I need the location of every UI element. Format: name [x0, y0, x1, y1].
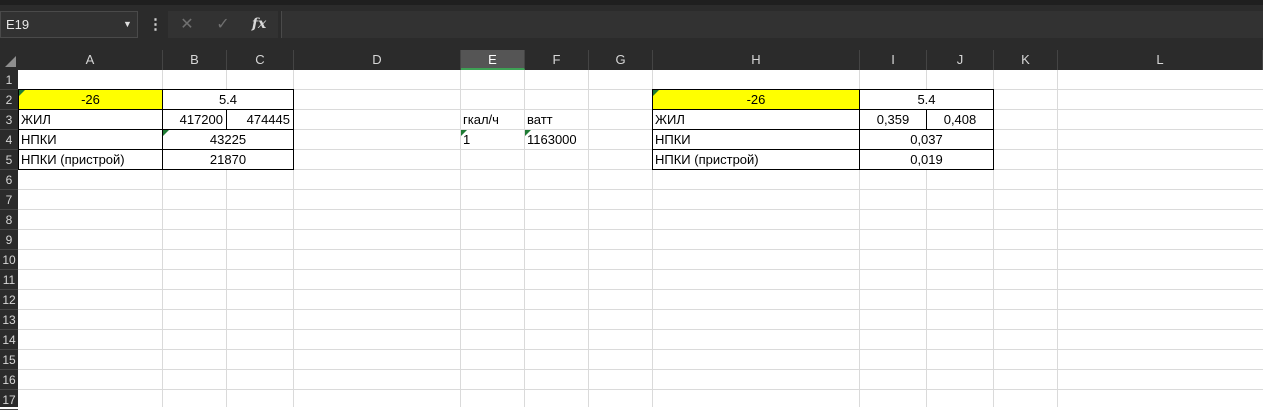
column-header-d[interactable]: D: [294, 50, 461, 70]
cell-a3[interactable]: ЖИЛ: [18, 109, 163, 130]
row-header[interactable]: 8: [0, 210, 18, 230]
row-header[interactable]: 2: [0, 90, 18, 110]
cell-b5[interactable]: 21870: [162, 149, 294, 170]
column-header-f[interactable]: F: [525, 50, 589, 70]
column-header-bar: A B C D E F G H I J K L: [0, 50, 1263, 70]
name-box[interactable]: E19: [0, 11, 138, 38]
error-indicator-icon: [163, 130, 169, 136]
cell-b4[interactable]: 43225: [162, 129, 294, 150]
cell-i4[interactable]: 0,037: [859, 129, 994, 150]
row-header[interactable]: 16: [0, 370, 18, 390]
select-all-icon: [5, 56, 16, 67]
row-header-bar: 1 2 3 4 5 6 7 8 9 10 11 12 13 14 15 16 1…: [0, 70, 18, 410]
gridline: [18, 289, 1263, 290]
gridline: [18, 189, 1263, 190]
cancel-icon[interactable]: ✕: [172, 11, 202, 38]
row-header[interactable]: 12: [0, 290, 18, 310]
cell-grid[interactable]: -26 5.4 ЖИЛ 417200 474445 НПКИ 43225 НПК…: [18, 70, 1263, 407]
name-box-dropdown-icon[interactable]: ▼: [123, 11, 132, 38]
error-indicator-icon: [653, 90, 659, 96]
column-header-k[interactable]: K: [994, 50, 1058, 70]
cell-j3[interactable]: 0,408: [926, 109, 994, 130]
formula-input[interactable]: [281, 11, 1263, 38]
row-header[interactable]: 3: [0, 110, 18, 130]
row-header[interactable]: 14: [0, 330, 18, 350]
column-header-j[interactable]: J: [927, 50, 994, 70]
row-header[interactable]: 17: [0, 390, 18, 410]
cell-h2[interactable]: -26: [652, 89, 860, 110]
cell-h4[interactable]: НПКИ: [652, 129, 860, 150]
cell-b3[interactable]: 417200: [162, 109, 227, 130]
formula-buttons: ✕ ✓ fx: [168, 11, 278, 38]
cell-c3[interactable]: 474445: [226, 109, 294, 130]
gridline: [18, 349, 1263, 350]
column-header-g[interactable]: G: [589, 50, 653, 70]
column-header-b[interactable]: B: [163, 50, 227, 70]
row-header[interactable]: 15: [0, 350, 18, 370]
cell-f4[interactable]: 1163000: [525, 130, 588, 149]
cell-f3[interactable]: ватт: [525, 110, 588, 129]
gridline: [18, 329, 1263, 330]
error-indicator-icon: [525, 130, 531, 136]
row-header[interactable]: 4: [0, 130, 18, 150]
gridline: [1057, 70, 1058, 407]
insert-function-icon[interactable]: fx: [244, 11, 274, 38]
cell-h5[interactable]: НПКИ (пристрой): [652, 149, 860, 170]
error-indicator-icon: [19, 90, 25, 96]
column-header-a[interactable]: A: [18, 50, 163, 70]
gridline: [18, 269, 1263, 270]
cell-i2[interactable]: 5.4: [859, 89, 994, 110]
gridline: [18, 249, 1263, 250]
cell-i5[interactable]: 0,019: [859, 149, 994, 170]
column-header-h[interactable]: H: [653, 50, 860, 70]
cell-i3[interactable]: 0,359: [859, 109, 927, 130]
row-header[interactable]: 5: [0, 150, 18, 170]
row-header[interactable]: 11: [0, 270, 18, 290]
cell-h3[interactable]: ЖИЛ: [652, 109, 860, 130]
enter-icon[interactable]: ✓: [208, 11, 238, 38]
column-header-i[interactable]: I: [860, 50, 927, 70]
formula-bar-menu-icon[interactable]: ⋮: [148, 11, 163, 38]
row-header[interactable]: 7: [0, 190, 18, 210]
cell-a2[interactable]: -26: [18, 89, 163, 110]
column-header-c[interactable]: C: [227, 50, 294, 70]
cell-a4[interactable]: НПКИ: [18, 129, 163, 150]
column-header-e[interactable]: E: [461, 50, 525, 70]
gridline: [588, 70, 589, 407]
row-header[interactable]: 10: [0, 250, 18, 270]
row-header[interactable]: 6: [0, 170, 18, 190]
row-header[interactable]: 1: [0, 70, 18, 90]
cell-e3[interactable]: гкал/ч: [461, 110, 524, 129]
gridline: [18, 309, 1263, 310]
cell-e4[interactable]: 1: [461, 130, 524, 149]
error-indicator-icon: [461, 130, 467, 136]
gridline: [18, 229, 1263, 230]
cell-b2[interactable]: 5.4: [162, 89, 294, 110]
gridline: [18, 369, 1263, 370]
cell-a5[interactable]: НПКИ (пристрой): [18, 149, 163, 170]
gridline: [18, 209, 1263, 210]
row-header[interactable]: 13: [0, 310, 18, 330]
column-header-l[interactable]: L: [1058, 50, 1263, 70]
row-header[interactable]: 9: [0, 230, 18, 250]
gridline: [18, 389, 1263, 390]
